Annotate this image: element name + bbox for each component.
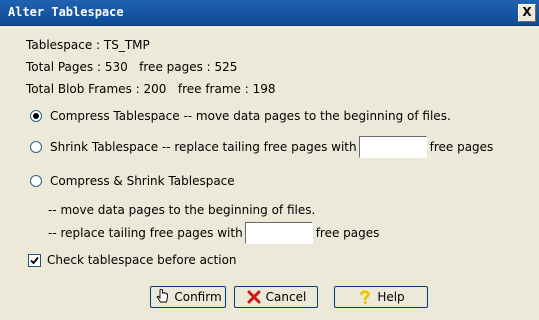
close-button[interactable]: X bbox=[518, 4, 536, 22]
cancel-label: Cancel bbox=[265, 290, 307, 304]
title-bar[interactable]: Alter Tablespace X bbox=[0, 0, 539, 26]
confirm-label: Confirm bbox=[174, 290, 222, 304]
shrink-label: Shrink Tablespace -- replace tailing fre… bbox=[50, 140, 357, 154]
hand-pointer-icon bbox=[157, 289, 169, 303]
shrink-pages-input[interactable] bbox=[358, 136, 427, 158]
compress-shrink-label: Compress & Shrink Tablespace bbox=[50, 174, 235, 188]
checkmark-icon bbox=[30, 256, 39, 264]
confirm-button[interactable]: Confirm bbox=[150, 286, 226, 308]
question-mark-icon bbox=[360, 290, 371, 304]
shrink-option[interactable]: Shrink Tablespace -- replace tailing fre… bbox=[30, 136, 493, 158]
window-title: Alter Tablespace bbox=[8, 5, 124, 19]
shrink-suffix: free pages bbox=[429, 140, 494, 154]
page-counts: Total Pages : 530 free pages : 525 bbox=[26, 60, 238, 74]
compress-shrink-radio[interactable] bbox=[30, 175, 42, 187]
compress-label: Compress Tablespace -- move data pages t… bbox=[50, 109, 451, 123]
compress-option[interactable]: Compress Tablespace -- move data pages t… bbox=[30, 109, 451, 123]
tablespace-name: Tablespace : TS_TMP bbox=[26, 38, 150, 52]
help-button[interactable]: Help bbox=[334, 286, 428, 308]
compress-radio[interactable] bbox=[30, 110, 42, 122]
compress-shrink-pages-input[interactable] bbox=[244, 222, 313, 244]
compress-shrink-desc-2-label: -- replace tailing free pages with bbox=[48, 226, 243, 240]
check-option[interactable]: Check tablespace before action bbox=[28, 253, 237, 267]
help-label: Help bbox=[377, 290, 405, 304]
compress-shrink-option[interactable]: Compress & Shrink Tablespace bbox=[30, 174, 235, 188]
compress-shrink-desc-2: -- replace tailing free pages with free … bbox=[48, 222, 379, 244]
blob-counts: Total Blob Frames : 200 free frame : 198 bbox=[26, 82, 276, 96]
check-tablespace-checkbox[interactable] bbox=[28, 253, 41, 267]
compress-shrink-desc-1: -- move data pages to the beginning of f… bbox=[48, 203, 316, 217]
check-label: Check tablespace before action bbox=[47, 253, 237, 267]
red-x-icon bbox=[247, 290, 261, 304]
shrink-radio[interactable] bbox=[30, 141, 42, 153]
cancel-button[interactable]: Cancel bbox=[234, 286, 318, 308]
compress-shrink-suffix: free pages bbox=[315, 226, 380, 240]
